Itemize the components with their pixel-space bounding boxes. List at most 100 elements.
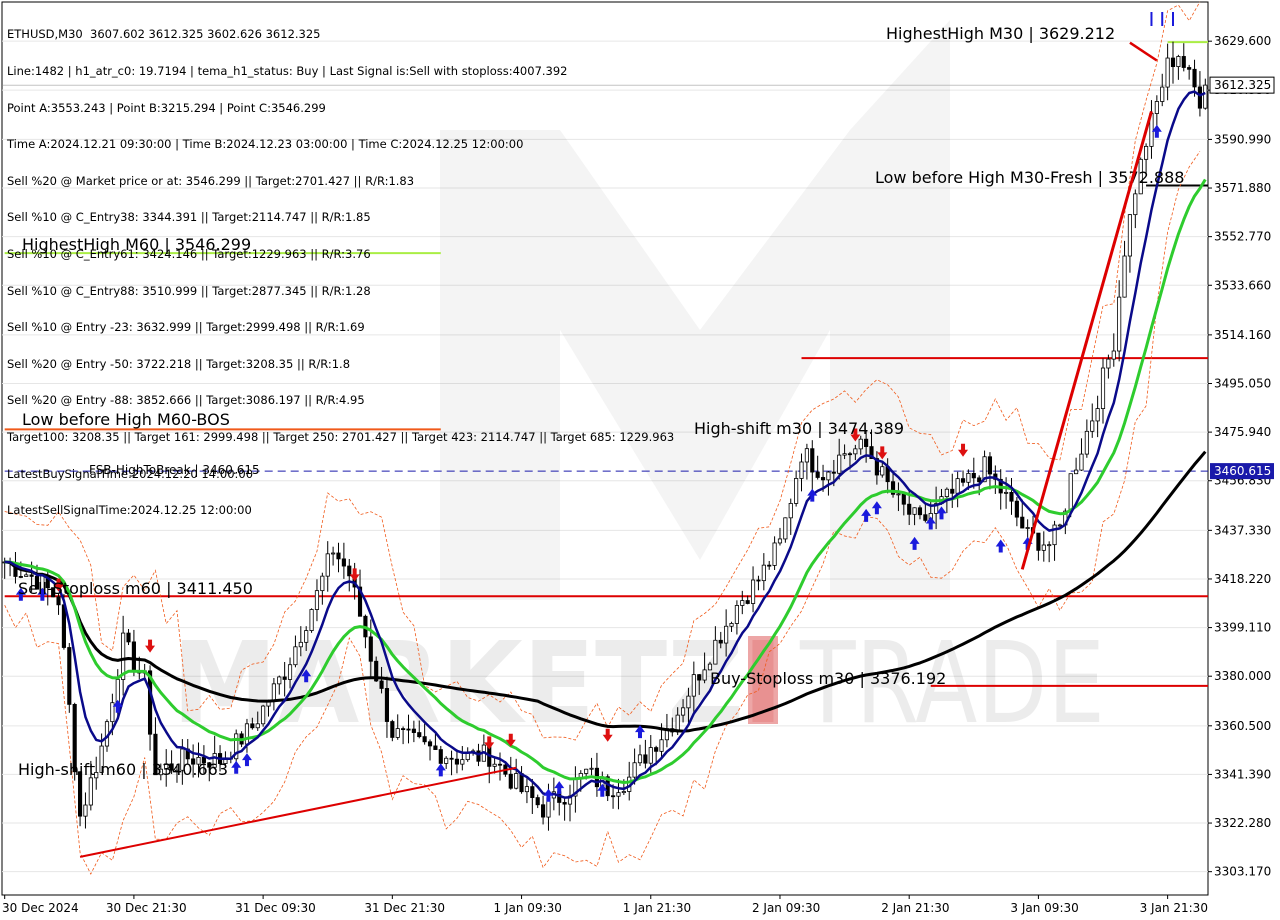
candle-body [1090,420,1095,432]
info-line: Sell %10 @ C_Entry38: 3344.391 || Target… [7,210,371,225]
level-label: HighestHigh M30 | 3629.212 [886,24,1115,43]
candle-body [422,736,427,743]
fsb-price-label: 3460.615 [1214,464,1271,478]
candle-body [1170,57,1176,68]
info-line: Sell %20 @ Entry -88: 3852.666 || Target… [7,393,365,408]
candle-body [1004,491,1009,494]
candle-body [1122,255,1127,298]
candle-body [287,664,293,680]
candle-body [497,763,503,766]
candle-body [1133,193,1138,216]
y-axis-tick-label: 3629.600 [1214,34,1271,48]
candle-body [115,679,120,704]
info-line: LatestBuySignalTime:2024.12.20 14:00:00 [7,466,254,481]
candle-body [589,767,594,770]
candle-body [750,579,756,604]
y-axis-tick-label: 3399.110 [1214,621,1271,635]
y-axis-tick-label: 3514.160 [1214,328,1271,342]
candle-body [298,641,303,648]
info-line: Sell %10 @ Entry -23: 3632.999 || Target… [7,320,365,335]
candle-body [261,705,266,725]
candle-body [1068,473,1073,512]
candle-body [384,688,390,722]
level-label: High-shift m30 | 3474.389 [694,419,904,438]
candle-body [955,478,960,494]
x-axis-tick-label: 30 Dec 2024 [2,901,79,915]
candle-body [799,461,804,479]
candle-body [767,564,772,567]
x-axis-tick-label: 2 Jan 21:30 [881,901,949,915]
candle-body [777,538,783,544]
candle-body [1154,101,1159,114]
candle-body [923,514,928,521]
candle-body [126,632,131,643]
candle-body [449,757,454,760]
info-line: Line:1482 | h1_atr_c0: 19.7194 | tema_h1… [7,64,568,78]
candle-body [864,438,869,447]
x-axis-tick-label: 1 Jan 21:30 [623,901,691,915]
candle-body [740,600,745,606]
candle-body [524,786,530,793]
candle-body [56,596,61,606]
candle-body [654,747,659,752]
info-line: Sell %20 @ Market price or at: 3546.299 … [7,173,415,188]
x-axis-tick-label: 3 Jan 09:30 [1010,901,1078,915]
candle-body [304,630,309,643]
candle-body [61,604,66,648]
candle-body [880,466,885,476]
candle-body [1181,56,1186,68]
candle-body [401,728,406,731]
candle-body [944,488,949,498]
y-axis-tick-label: 3590.990 [1214,132,1271,146]
candle-body [1197,86,1202,109]
x-axis-tick-label: 2 Jan 09:30 [752,901,820,915]
candle-body [1127,214,1133,257]
level-label: Buy-Stoploss m30 | 3376.192 [710,669,946,688]
candle-body [977,477,982,483]
candle-body [853,448,858,455]
current-price-label: 3612.325 [1214,78,1271,92]
candle-body [896,493,901,496]
candle-body [255,723,260,729]
candle-body [713,639,718,665]
y-axis-tick-label: 3322.280 [1214,816,1271,830]
candle-body [277,676,282,685]
candle-body [18,576,23,578]
candle-body [29,574,34,577]
candle-body [347,565,352,577]
candle-body [454,758,460,765]
candle-body [950,488,955,494]
candle-body [110,702,115,723]
candle-body [702,669,707,681]
candle-body [460,759,465,765]
candle-body [772,542,777,566]
candle-body [309,609,314,631]
candle-body [331,552,336,555]
candle-body [541,804,546,818]
candle-body [1025,527,1030,529]
candle-body [379,680,384,689]
y-axis-tick-label: 3552.770 [1214,230,1271,244]
candle-body [1036,532,1041,551]
candle-body [444,757,449,764]
candle-body [417,732,422,738]
candle-body [67,647,72,705]
info-line: LatestSellSignalTime:2024.12.25 12:00:00 [7,503,252,518]
candle-body [1192,68,1197,88]
candle-body [1074,469,1079,475]
x-axis-tick-label: 3 Jan 21:30 [1140,901,1208,915]
candle-body [390,721,395,738]
candle-body [971,472,976,479]
candle-body [831,471,836,474]
candle-body [788,503,793,519]
candle-body [282,676,287,680]
candle-body [680,707,686,716]
candle-body [406,728,411,731]
candle-body [411,728,416,733]
candle-body [336,552,341,560]
x-axis-tick-label: 1 Jan 09:30 [494,901,562,915]
level-label: Low before High M30-Fresh | 3572.888 [875,168,1184,187]
candle-body [244,723,250,745]
y-axis-tick-label: 3533.660 [1214,278,1271,292]
candle-body [686,695,691,709]
